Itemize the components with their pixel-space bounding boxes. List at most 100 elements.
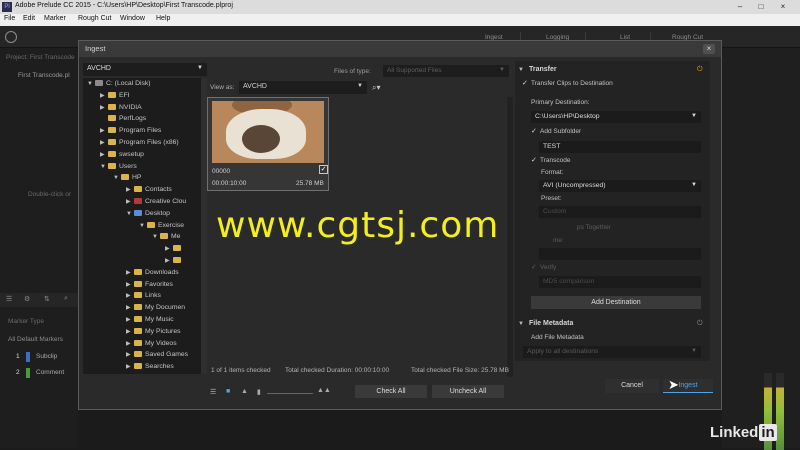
tree-item[interactable]: ▶ <box>165 257 184 268</box>
collapsed-arrow-icon[interactable]: ▶ <box>100 104 108 111</box>
collapse-icon[interactable]: ▼ <box>518 67 524 73</box>
collapsed-arrow-icon[interactable]: ▶ <box>126 186 134 193</box>
search-icon[interactable]: ⌕ <box>64 295 68 303</box>
collapsed-arrow-icon[interactable]: ▶ <box>126 292 134 299</box>
verify-method-select[interactable]: MD5 comparison <box>539 276 701 288</box>
tree-item[interactable]: ▶ Saved Games <box>126 351 188 362</box>
expanded-arrow-icon[interactable]: ▼ <box>139 223 147 229</box>
collapsed-arrow-icon[interactable]: ▶ <box>100 151 108 158</box>
marker-row[interactable]: 1 Subclip <box>0 350 78 364</box>
expanded-arrow-icon[interactable]: ▼ <box>100 164 108 170</box>
sort-icon[interactable]: ⇅ <box>44 295 50 303</box>
collapsed-arrow-icon[interactable]: ▶ <box>165 245 173 252</box>
tree-item[interactable]: ▶ Program Files (x86) <box>100 139 179 150</box>
tree-item[interactable]: ▼ Users <box>100 162 137 174</box>
creative-cloud-icon[interactable] <box>5 31 17 43</box>
add-subfolder-checkbox[interactable]: ✓ <box>531 127 537 135</box>
tree-item[interactable]: ▼ HP <box>113 174 141 185</box>
collapsed-arrow-icon[interactable]: ▶ <box>100 139 108 146</box>
tree-item[interactable]: ▶ Creative Clou <box>126 198 186 209</box>
collapsed-arrow-icon[interactable]: ▶ <box>126 304 134 311</box>
tree-item[interactable]: ▼ Me <box>152 233 180 244</box>
close-window-button[interactable]: × <box>777 1 789 13</box>
collapsed-arrow-icon[interactable]: ▶ <box>126 281 134 288</box>
transfer-clips-checkbox[interactable]: ✓ <box>522 79 528 87</box>
files-of-type-select[interactable]: All Supported Files ▼ <box>383 65 509 77</box>
settings-icon[interactable]: ⚙ <box>24 295 30 303</box>
preset-select[interactable]: Custom <box>539 206 701 218</box>
apply-destinations-select[interactable]: Apply to all destinations ▼ <box>523 346 701 358</box>
collapsed-arrow-icon[interactable]: ▶ <box>100 127 108 134</box>
list-icon[interactable]: ☰ <box>6 295 12 303</box>
project-item[interactable]: First Transcode.pl <box>18 72 70 79</box>
expanded-arrow-icon[interactable]: ▼ <box>152 234 160 240</box>
tree-item[interactable]: ▶ Favorites <box>126 280 173 292</box>
clip-thumbnail[interactable]: ✓ 00000 00:00:10:00 25.78 MB <box>207 97 329 191</box>
menu-file[interactable]: File <box>4 15 15 22</box>
power-icon[interactable]: ⏻ <box>697 66 703 74</box>
browser-scrollbar[interactable] <box>507 97 513 377</box>
tree-item[interactable]: PerfLogs <box>100 115 146 126</box>
folder-tree[interactable]: ▼ C: (Local Disk) ▶ EFI ▶ NVIDIA PerfLogs ▶ Prog… <box>83 78 203 374</box>
menu-edit[interactable]: Edit <box>23 15 35 22</box>
collapsed-arrow-icon[interactable]: ▶ <box>126 363 134 370</box>
tree-item[interactable]: ▶ Links <box>126 292 161 303</box>
menu-rough-cut[interactable]: Rough Cut <box>78 15 111 22</box>
expanded-arrow-icon[interactable]: ▼ <box>87 81 95 87</box>
minimize-button[interactable]: – <box>734 1 746 13</box>
all-default-markers[interactable]: All Default Markers <box>8 336 63 343</box>
list-view-icon[interactable]: ☰ <box>210 388 216 396</box>
menu-window[interactable]: Window <box>120 15 145 22</box>
tree-item[interactable]: ▶ <box>165 245 184 256</box>
source-select[interactable]: AVCHD ▼ <box>83 63 207 76</box>
menu-help[interactable]: Help <box>156 15 170 22</box>
collapsed-arrow-icon[interactable]: ▶ <box>126 269 134 276</box>
small-thumb-icon[interactable]: ▮ <box>257 388 261 396</box>
tree-item[interactable]: ▼ Desktop <box>126 209 170 221</box>
primary-destination-select[interactable]: C:\Users\HP\Desktop ▼ <box>531 111 701 123</box>
view-as-select[interactable]: AVCHD ▼ <box>239 81 367 94</box>
search-icon[interactable]: ⌕▾ <box>372 83 381 93</box>
verify-checkbox[interactable]: ✓ <box>531 263 537 271</box>
file-name-input[interactable] <box>539 248 701 260</box>
thumbnail-view-icon[interactable]: ■ <box>226 388 230 395</box>
transcode-checkbox[interactable]: ✓ <box>531 156 537 164</box>
collapsed-arrow-icon[interactable]: ▶ <box>165 257 173 264</box>
tree-item[interactable]: ▶ My Videos <box>126 339 177 351</box>
tree-item[interactable]: ▶ Contacts <box>126 186 172 197</box>
tree-item[interactable]: ▶ Searches <box>126 363 174 374</box>
tree-item[interactable]: ▶ NVIDIA <box>100 103 142 115</box>
marker-row[interactable]: 2 Comment <box>0 366 78 380</box>
collapsed-arrow-icon[interactable]: ▶ <box>126 198 134 205</box>
tree-item[interactable]: ▶ Downloads <box>126 268 179 280</box>
menu-marker[interactable]: Marker <box>44 15 66 22</box>
tree-item[interactable]: ▶ My Documen <box>126 304 185 315</box>
dialog-close-button[interactable]: × <box>703 44 715 54</box>
collapsed-arrow-icon[interactable]: ▶ <box>126 328 134 335</box>
collapsed-arrow-icon[interactable]: ▶ <box>126 340 134 347</box>
subfolder-name-input[interactable]: TEST <box>539 141 701 153</box>
collapsed-arrow-icon[interactable]: ▶ <box>100 92 108 99</box>
cancel-button[interactable]: Cancel <box>605 379 659 393</box>
zoom-slider[interactable] <box>267 393 313 394</box>
collapse-icon[interactable]: ▼ <box>518 321 524 327</box>
sort-icon[interactable]: ▲ <box>241 388 248 395</box>
uncheck-all-button[interactable]: Uncheck All <box>432 385 504 398</box>
tree-item[interactable]: ▶ My Pictures <box>126 327 181 339</box>
tree-item[interactable]: ▶ Program Files <box>100 127 161 138</box>
expanded-arrow-icon[interactable]: ▼ <box>126 211 134 217</box>
collapsed-arrow-icon[interactable]: ▶ <box>126 351 134 358</box>
format-select[interactable]: AVI (Uncompressed) ▼ <box>539 180 701 192</box>
power-icon[interactable]: ⏻ <box>697 320 703 328</box>
tree-item[interactable]: ▶ My Music <box>126 316 174 327</box>
large-thumb-icon[interactable]: ▲▲ <box>317 387 331 394</box>
collapsed-arrow-icon[interactable]: ▶ <box>126 316 134 323</box>
check-all-button[interactable]: Check All <box>355 385 427 398</box>
add-destination-button[interactable]: Add Destination <box>531 296 701 309</box>
add-file-metadata-label[interactable]: Add File Metadata <box>531 334 584 341</box>
tree-item[interactable]: ▶ swsetup <box>100 150 144 162</box>
tree-item[interactable]: ▶ EFI <box>100 91 130 103</box>
maximize-button[interactable]: □ <box>755 1 767 13</box>
tree-item[interactable]: ▼ C: (Local Disk) <box>87 80 151 91</box>
expanded-arrow-icon[interactable]: ▼ <box>113 175 121 181</box>
